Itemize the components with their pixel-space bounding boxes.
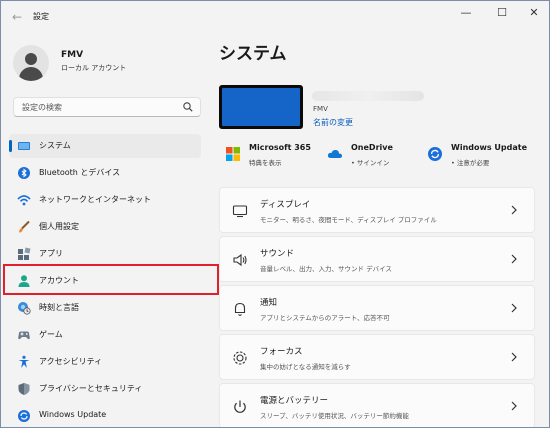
chevron-right-icon (511, 401, 517, 411)
setting-power-battery[interactable]: 電源とバッテリー スリープ、バッテリ使用状況、バッテリー節約機能 (219, 383, 535, 427)
setting-title: 電源とバッテリー (260, 396, 329, 406)
setting-title: フォーカス (260, 347, 303, 357)
setting-subtitle: 集中の妨げとなる通知を減らす (260, 363, 351, 371)
service-title: Windows Update (451, 143, 528, 152)
wifi-icon (17, 195, 31, 206)
bell-icon (234, 302, 246, 316)
search-input[interactable]: 設定の検索 (13, 97, 201, 117)
minimize-button[interactable]: — (450, 6, 482, 20)
setting-title: ディスプレイ (260, 200, 311, 210)
chevron-right-icon (511, 205, 517, 215)
settings-window: ← 設定 — ☐ ✕ FMV ローカル アカウント 設定の検索 システム Blu… (0, 0, 550, 428)
service-subtitle: • サインイン (351, 159, 390, 167)
globe-clock-icon (18, 302, 31, 315)
gamepad-icon (18, 331, 30, 340)
sidebar-item-label: 時刻と言語 (39, 303, 79, 312)
setting-display[interactable]: ディスプレイ モニター、明るさ、夜間モード、ディスプレイ プロファイル (219, 187, 535, 233)
device-screen (222, 88, 300, 126)
service-title: OneDrive (351, 143, 393, 152)
avatar-head (25, 53, 37, 65)
avatar[interactable] (13, 45, 49, 81)
search-placeholder: 設定の検索 (22, 103, 62, 112)
account-type: ローカル アカウント (61, 64, 127, 72)
title-bar: ← 設定 — ☐ ✕ (1, 1, 549, 33)
window-title: 設定 (33, 12, 49, 21)
setting-focus[interactable]: フォーカス 集中の妨げとなる通知を減らす (219, 334, 535, 380)
avatar-body (19, 67, 43, 81)
service-microsoft-365[interactable]: Microsoft 365 特典を表示 (225, 143, 335, 175)
sidebar-item-personalization[interactable]: 個人用設定 (9, 215, 201, 239)
search-icon[interactable] (182, 101, 194, 113)
sidebar-item-label: Windows Update (39, 410, 107, 419)
accessibility-icon (18, 355, 30, 368)
device-image (219, 85, 303, 129)
setting-title: 通知 (260, 298, 278, 308)
sidebar-item-label: Bluetooth とデバイス (39, 168, 121, 177)
update-icon (428, 147, 442, 161)
display-icon (18, 142, 30, 150)
close-button[interactable]: ✕ (518, 6, 549, 20)
sidebar-item-label: ゲーム (39, 330, 63, 339)
setting-notifications[interactable]: 通知 アプリとシステムからのアラート、応答不可 (219, 285, 535, 331)
sidebar-item-system[interactable]: システム (9, 134, 201, 158)
sidebar-item-bluetooth[interactable]: Bluetooth とデバイス (9, 161, 201, 185)
sidebar-item-label: アクセシビリティ (39, 357, 103, 366)
sidebar-item-label: システム (39, 141, 71, 150)
highlight-box (3, 264, 219, 295)
page-title: システム (219, 44, 287, 64)
microsoft-logo-icon (226, 147, 240, 161)
brush-icon (19, 220, 30, 233)
bluetooth-icon (18, 167, 30, 179)
user-name: FMV (61, 50, 84, 60)
sidebar-item-label: 個人用設定 (39, 222, 79, 231)
service-windows-update[interactable]: Windows Update • 注意が必要 (427, 143, 533, 175)
back-arrow-icon[interactable]: ← (9, 9, 25, 25)
setting-subtitle: スリープ、バッテリ使用状況、バッテリー節約機能 (260, 412, 409, 420)
selected-indicator (9, 140, 12, 152)
sidebar-item-time-language[interactable]: 時刻と言語 (9, 296, 201, 320)
service-subtitle: • 注意が必要 (451, 159, 490, 167)
update-icon (18, 410, 30, 422)
setting-subtitle: モニター、明るさ、夜間モード、ディスプレイ プロファイル (260, 216, 437, 224)
rename-link[interactable]: 名前の変更 (313, 117, 353, 128)
focus-icon (233, 351, 247, 365)
sidebar-item-accessibility[interactable]: アクセシビリティ (9, 350, 201, 374)
chevron-right-icon (511, 352, 517, 362)
setting-sound[interactable]: サウンド 音量レベル、出力、入力、サウンド デバイス (219, 236, 535, 282)
power-icon (234, 400, 246, 413)
shield-icon (18, 383, 30, 395)
speaker-icon (233, 253, 247, 267)
service-subtitle: 特典を表示 (249, 159, 282, 167)
apps-icon (18, 247, 31, 260)
onedrive-cloud-icon (327, 149, 342, 158)
setting-title: サウンド (260, 249, 295, 259)
setting-subtitle: 音量レベル、出力、入力、サウンド デバイス (260, 265, 392, 273)
maximize-button[interactable]: ☐ (486, 6, 518, 20)
sidebar-item-gaming[interactable]: ゲーム (9, 323, 201, 347)
chevron-right-icon (511, 303, 517, 313)
setting-subtitle: アプリとシステムからのアラート、応答不可 (260, 314, 390, 322)
monitor-icon (232, 205, 248, 218)
device-model: FMV (313, 105, 328, 113)
sidebar-item-privacy[interactable]: プライバシーとセキュリティ (9, 377, 201, 401)
service-title: Microsoft 365 (249, 143, 311, 152)
sidebar-item-apps[interactable]: アプリ (9, 242, 201, 266)
sidebar-item-windows-update[interactable]: Windows Update (9, 404, 201, 427)
sidebar-item-label: ネットワークとインターネット (39, 195, 151, 204)
device-name-blurred (312, 91, 424, 101)
sidebar-item-label: プライバシーとセキュリティ (39, 384, 143, 393)
service-onedrive[interactable]: OneDrive • サインイン (327, 143, 417, 175)
sidebar-item-label: アプリ (39, 249, 63, 258)
sidebar-item-network[interactable]: ネットワークとインターネット (9, 188, 201, 212)
chevron-right-icon (511, 254, 517, 264)
